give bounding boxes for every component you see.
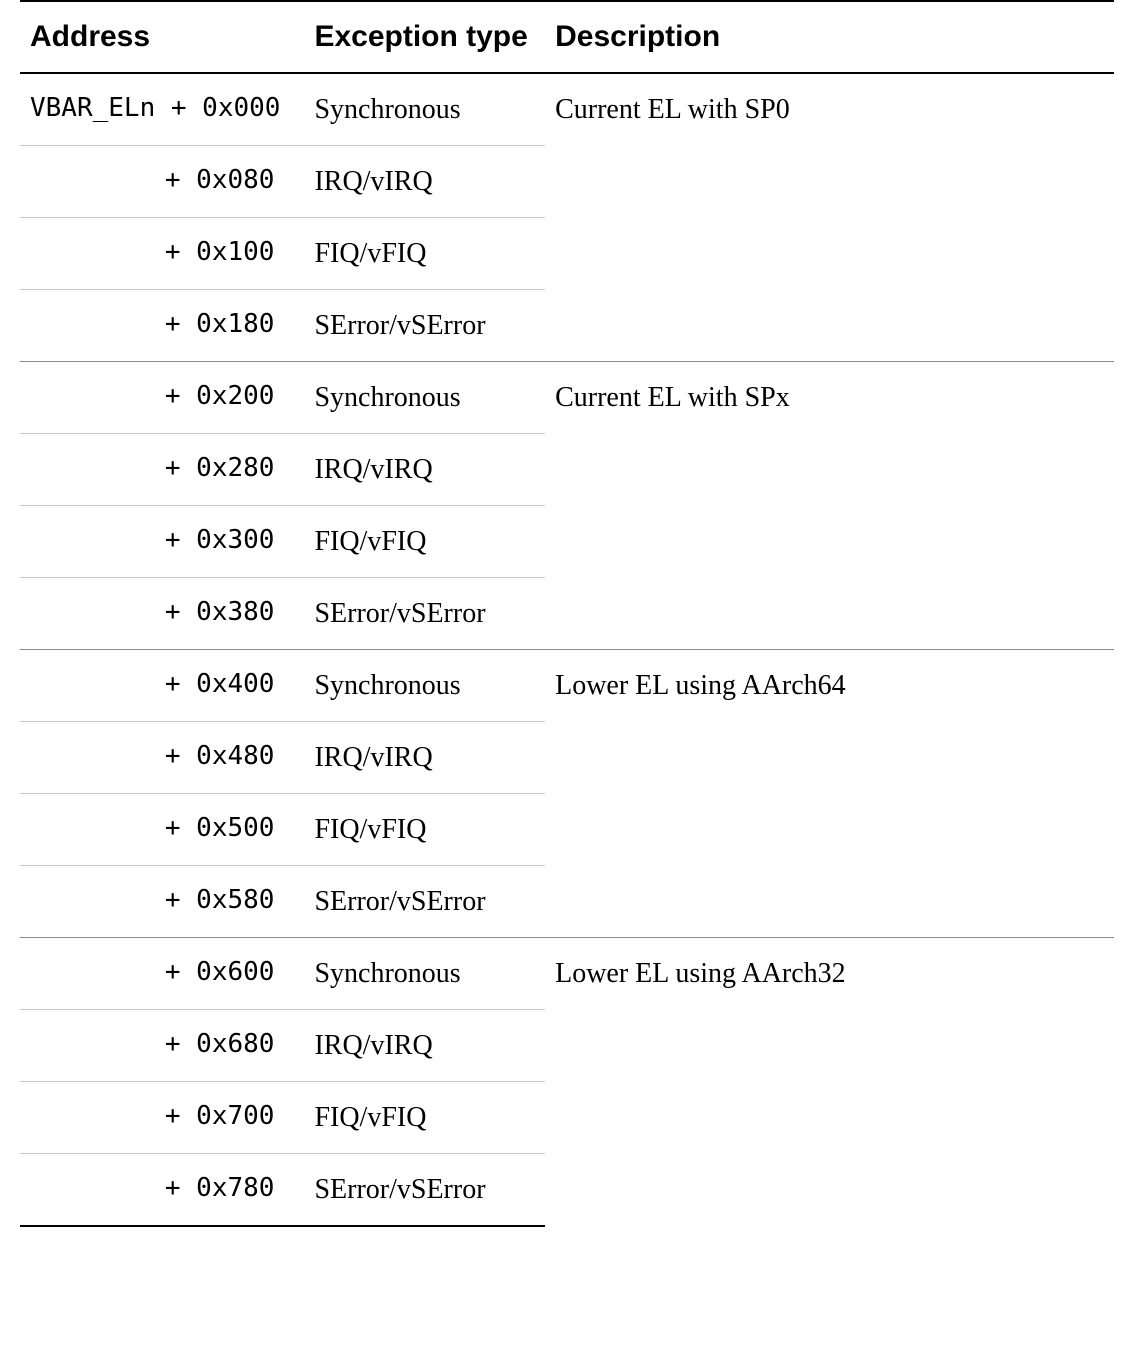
- cell-exception-type: IRQ/vIRQ: [304, 722, 545, 794]
- exception-vector-table: Address Exception type Description VBAR_…: [20, 0, 1114, 1227]
- address-text: + 0x180: [165, 308, 275, 341]
- table-row: VBAR_ELn + 0x000SynchronousCurrent EL wi…: [20, 73, 1114, 146]
- table-header-row: Address Exception type Description: [20, 1, 1114, 73]
- address-text: + 0x100: [165, 236, 275, 269]
- cell-address: + 0x580: [20, 866, 304, 938]
- address-text: + 0x600: [165, 956, 275, 989]
- cell-exception-type: IRQ/vIRQ: [304, 146, 545, 218]
- address-text: + 0x300: [165, 524, 275, 557]
- cell-address: + 0x200: [20, 362, 304, 434]
- cell-address: + 0x180: [20, 290, 304, 362]
- cell-exception-type: IRQ/vIRQ: [304, 1010, 545, 1082]
- table-body: VBAR_ELn + 0x000SynchronousCurrent EL wi…: [20, 73, 1114, 1226]
- address-text: + 0x700: [165, 1100, 275, 1133]
- table-row: + 0x200SynchronousCurrent EL with SPx: [20, 362, 1114, 434]
- cell-exception-type: SError/vSError: [304, 578, 545, 650]
- cell-exception-type: IRQ/vIRQ: [304, 434, 545, 506]
- cell-address: + 0x700: [20, 1082, 304, 1154]
- address-text: + 0x780: [165, 1172, 275, 1205]
- cell-exception-type: Synchronous: [304, 73, 545, 146]
- cell-address: + 0x400: [20, 650, 304, 722]
- address-text: + 0x200: [165, 380, 275, 413]
- col-header-description: Description: [545, 1, 1114, 73]
- address-text: + 0x080: [165, 164, 275, 197]
- table-row: + 0x400SynchronousLower EL using AArch64: [20, 650, 1114, 722]
- cell-description: Current EL with SP0: [545, 73, 1114, 362]
- address-text: + 0x500: [165, 812, 275, 845]
- cell-description: Lower EL using AArch64: [545, 650, 1114, 938]
- cell-exception-type: Synchronous: [304, 938, 545, 1010]
- cell-address: + 0x280: [20, 434, 304, 506]
- address-text: + 0x280: [165, 452, 275, 485]
- col-header-address: Address: [20, 1, 304, 73]
- address-text: + 0x680: [165, 1028, 275, 1061]
- cell-address: + 0x500: [20, 794, 304, 866]
- address-text: VBAR_ELn + 0x000: [30, 92, 280, 125]
- cell-exception-type: FIQ/vFIQ: [304, 506, 545, 578]
- cell-exception-type: Synchronous: [304, 362, 545, 434]
- vector-table: Address Exception type Description VBAR_…: [0, 0, 1134, 1227]
- cell-exception-type: SError/vSError: [304, 866, 545, 938]
- col-header-exception-type: Exception type: [304, 1, 545, 73]
- cell-description: Current EL with SPx: [545, 362, 1114, 650]
- cell-exception-type: SError/vSError: [304, 1154, 545, 1227]
- cell-address: + 0x380: [20, 578, 304, 650]
- cell-address: VBAR_ELn + 0x000: [20, 73, 304, 146]
- cell-exception-type: FIQ/vFIQ: [304, 218, 545, 290]
- cell-exception-type: FIQ/vFIQ: [304, 794, 545, 866]
- address-text: + 0x480: [165, 740, 275, 773]
- cell-address: + 0x480: [20, 722, 304, 794]
- cell-exception-type: Synchronous: [304, 650, 545, 722]
- cell-address: + 0x300: [20, 506, 304, 578]
- cell-address: + 0x080: [20, 146, 304, 218]
- address-text: + 0x580: [165, 884, 275, 917]
- cell-address: + 0x780: [20, 1154, 304, 1227]
- cell-description: Lower EL using AArch32: [545, 938, 1114, 1227]
- cell-address: + 0x680: [20, 1010, 304, 1082]
- cell-exception-type: SError/vSError: [304, 290, 545, 362]
- cell-address: + 0x100: [20, 218, 304, 290]
- table-row: + 0x600SynchronousLower EL using AArch32: [20, 938, 1114, 1010]
- cell-exception-type: FIQ/vFIQ: [304, 1082, 545, 1154]
- address-text: + 0x400: [165, 668, 275, 701]
- cell-address: + 0x600: [20, 938, 304, 1010]
- address-text: + 0x380: [165, 596, 275, 629]
